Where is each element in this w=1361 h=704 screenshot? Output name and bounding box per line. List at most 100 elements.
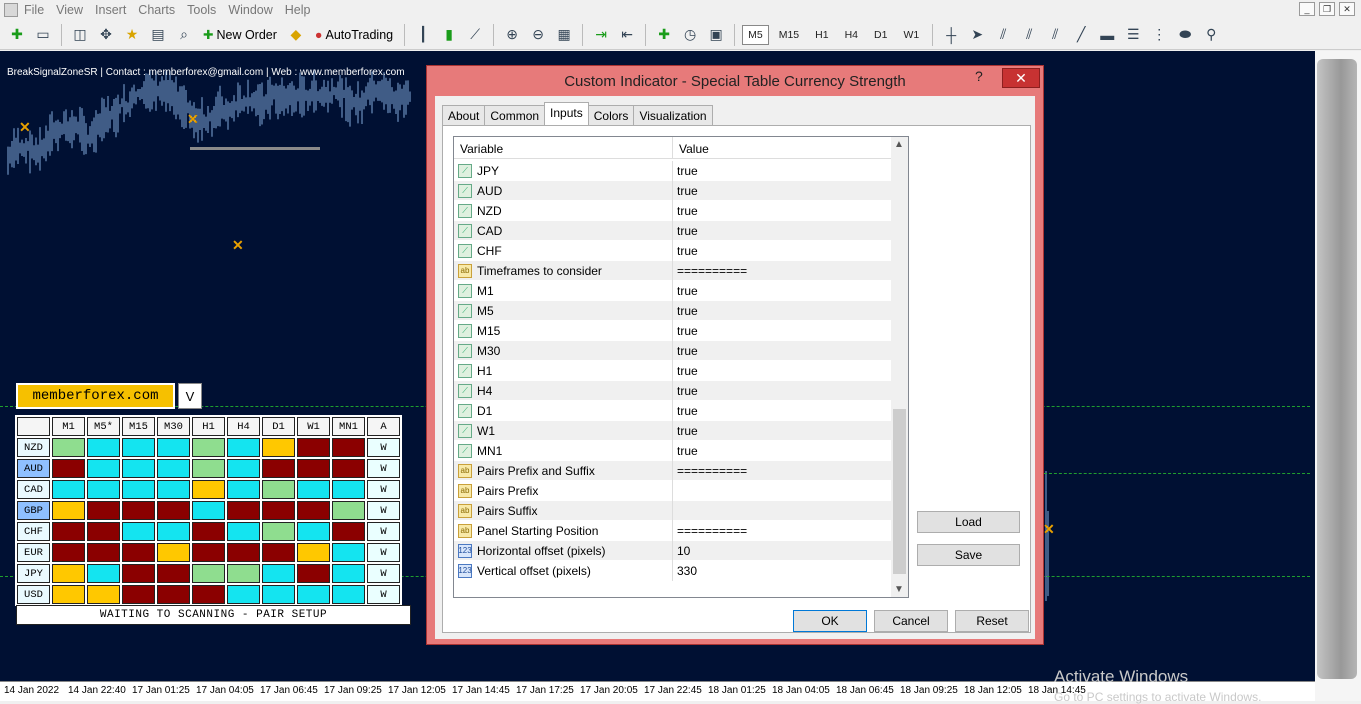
input-row[interactable]: ⟋ M1 true xyxy=(454,281,891,301)
minimize-button[interactable]: _ xyxy=(1299,2,1315,16)
timeframe-m15[interactable]: M15 xyxy=(773,25,805,45)
param-value[interactable]: ========== xyxy=(672,461,751,481)
currency-label[interactable]: EUR xyxy=(17,543,50,562)
dialog-close-button[interactable]: ✕ xyxy=(1002,68,1040,88)
input-row[interactable]: ab Pairs Prefix xyxy=(454,481,891,501)
input-row[interactable]: ab Timeframes to consider ========== xyxy=(454,261,891,281)
currency-label[interactable]: GBP xyxy=(17,501,50,520)
currency-label[interactable]: CAD xyxy=(17,480,50,499)
input-row[interactable]: ⟋ M30 true xyxy=(454,341,891,361)
cancel-button[interactable]: Cancel xyxy=(874,610,948,632)
currency-label[interactable]: USD xyxy=(17,585,50,604)
reset-button[interactable]: Reset xyxy=(955,610,1029,632)
input-row[interactable]: 123 Horizontal offset (pixels) 10 xyxy=(454,541,891,561)
search-icon[interactable]: ⚲ xyxy=(1200,24,1222,46)
save-button[interactable]: Save xyxy=(917,544,1020,566)
tile-windows-icon[interactable]: ▦ xyxy=(553,24,575,46)
input-row[interactable]: ⟋ CHF true xyxy=(454,241,891,261)
ellipse-icon[interactable]: ⬬ xyxy=(1174,24,1196,46)
param-value[interactable]: true xyxy=(672,321,702,341)
input-row[interactable]: ⟋ JPY true xyxy=(454,161,891,181)
autoscroll-icon[interactable]: ⇥ xyxy=(590,24,612,46)
column-value[interactable]: Value xyxy=(672,137,715,159)
tab-inputs[interactable]: Inputs xyxy=(544,102,589,125)
view-toggle-button[interactable]: V xyxy=(178,383,202,409)
profiles-icon[interactable]: ▭ xyxy=(32,24,54,46)
currency-label[interactable]: JPY xyxy=(17,564,50,583)
param-value[interactable]: true xyxy=(672,301,702,321)
maximize-button[interactable]: ❐ xyxy=(1319,2,1335,16)
input-row[interactable]: ⟋ AUD true xyxy=(454,181,891,201)
input-row[interactable]: ab Pairs Suffix xyxy=(454,501,891,521)
input-row[interactable]: ⟋ CAD true xyxy=(454,221,891,241)
tab-about[interactable]: About xyxy=(442,105,486,125)
input-row[interactable]: ⟋ H1 true xyxy=(454,361,891,381)
param-value[interactable]: true xyxy=(672,181,702,201)
param-value[interactable]: true xyxy=(672,381,702,401)
param-value[interactable]: true xyxy=(672,441,702,461)
menu-window[interactable]: Window xyxy=(228,3,284,17)
chart-shift-icon[interactable]: ⇤ xyxy=(616,24,638,46)
metaeditor-icon[interactable]: ◆ xyxy=(285,24,307,46)
timeframe-m5[interactable]: M5 xyxy=(742,24,769,45)
favorites-icon[interactable]: ★ xyxy=(121,24,143,46)
crosshair-nav-icon[interactable]: ✥ xyxy=(95,24,117,46)
line-chart-icon[interactable]: ⟋ xyxy=(464,24,486,46)
scroll-thumb[interactable] xyxy=(893,409,906,574)
tab-colors[interactable]: Colors xyxy=(587,105,635,125)
menu-charts[interactable]: Charts xyxy=(138,3,187,17)
param-value[interactable]: true xyxy=(672,401,702,421)
periods-icon[interactable]: ◷ xyxy=(679,24,701,46)
input-row[interactable]: ⟋ M15 true xyxy=(454,321,891,341)
indicators-icon[interactable]: ✚ xyxy=(653,24,675,46)
zoom-in-icon[interactable]: ⊕ xyxy=(501,24,523,46)
timeframe-w1[interactable]: W1 xyxy=(897,25,925,45)
param-value[interactable]: ========== xyxy=(672,521,751,541)
channel-icon[interactable]: ⫽ xyxy=(992,24,1014,46)
param-value[interactable] xyxy=(672,501,681,521)
currency-label[interactable]: AUD xyxy=(17,459,50,478)
menu-view[interactable]: View xyxy=(56,3,95,17)
elliott-icon[interactable]: ⫽ xyxy=(1044,24,1066,46)
param-value[interactable]: true xyxy=(672,341,702,361)
zoom-out-icon[interactable]: ⊖ xyxy=(527,24,549,46)
menu-file[interactable]: File xyxy=(24,3,56,17)
brand-label[interactable]: memberforex.com xyxy=(16,383,175,409)
timeframe-h4[interactable]: H4 xyxy=(839,25,864,45)
param-value[interactable]: 330 xyxy=(672,561,701,581)
scroll-up-icon[interactable]: ▲ xyxy=(894,139,904,150)
input-row[interactable]: 123 Vertical offset (pixels) 330 xyxy=(454,561,891,581)
menu-tools[interactable]: Tools xyxy=(187,3,228,17)
input-row[interactable]: ⟋ NZD true xyxy=(454,201,891,221)
trendline-icon[interactable]: ╱ xyxy=(1070,24,1092,46)
rectangle-icon[interactable]: ▬ xyxy=(1096,24,1118,46)
bar-chart-icon[interactable]: ┃ xyxy=(412,24,434,46)
input-row[interactable]: ab Panel Starting Position ========== xyxy=(454,521,891,541)
crosshair-icon[interactable]: ┼ xyxy=(940,24,962,46)
gann-icon[interactable]: ⋮ xyxy=(1148,24,1170,46)
param-value[interactable]: ========== xyxy=(672,261,751,281)
param-value[interactable] xyxy=(672,481,681,501)
timeframe-h1[interactable]: H1 xyxy=(809,25,834,45)
currency-label[interactable]: CHF xyxy=(17,522,50,541)
cursor-icon[interactable]: ➤ xyxy=(966,24,988,46)
menu-help[interactable]: Help xyxy=(285,3,323,17)
load-button[interactable]: Load xyxy=(917,511,1020,533)
param-value[interactable]: true xyxy=(672,201,702,221)
param-value[interactable]: true xyxy=(672,421,702,441)
currency-label[interactable]: NZD xyxy=(17,438,50,457)
input-row[interactable]: ⟋ MN1 true xyxy=(454,441,891,461)
timeframe-d1[interactable]: D1 xyxy=(868,25,893,45)
market-watch-icon[interactable]: ◫ xyxy=(69,24,91,46)
terminal-icon[interactable]: ▤ xyxy=(147,24,169,46)
close-window-button[interactable]: ✕ xyxy=(1339,2,1355,16)
input-row[interactable]: ⟋ H4 true xyxy=(454,381,891,401)
param-value[interactable]: true xyxy=(672,221,702,241)
param-value[interactable]: true xyxy=(672,161,702,181)
scroll-down-icon[interactable]: ▼ xyxy=(894,584,904,595)
help-button[interactable]: ? xyxy=(975,68,983,84)
param-value[interactable]: true xyxy=(672,241,702,261)
input-row[interactable]: ⟋ M5 true xyxy=(454,301,891,321)
fibo-icon[interactable]: ☰ xyxy=(1122,24,1144,46)
candle-chart-icon[interactable]: ▮ xyxy=(438,24,460,46)
